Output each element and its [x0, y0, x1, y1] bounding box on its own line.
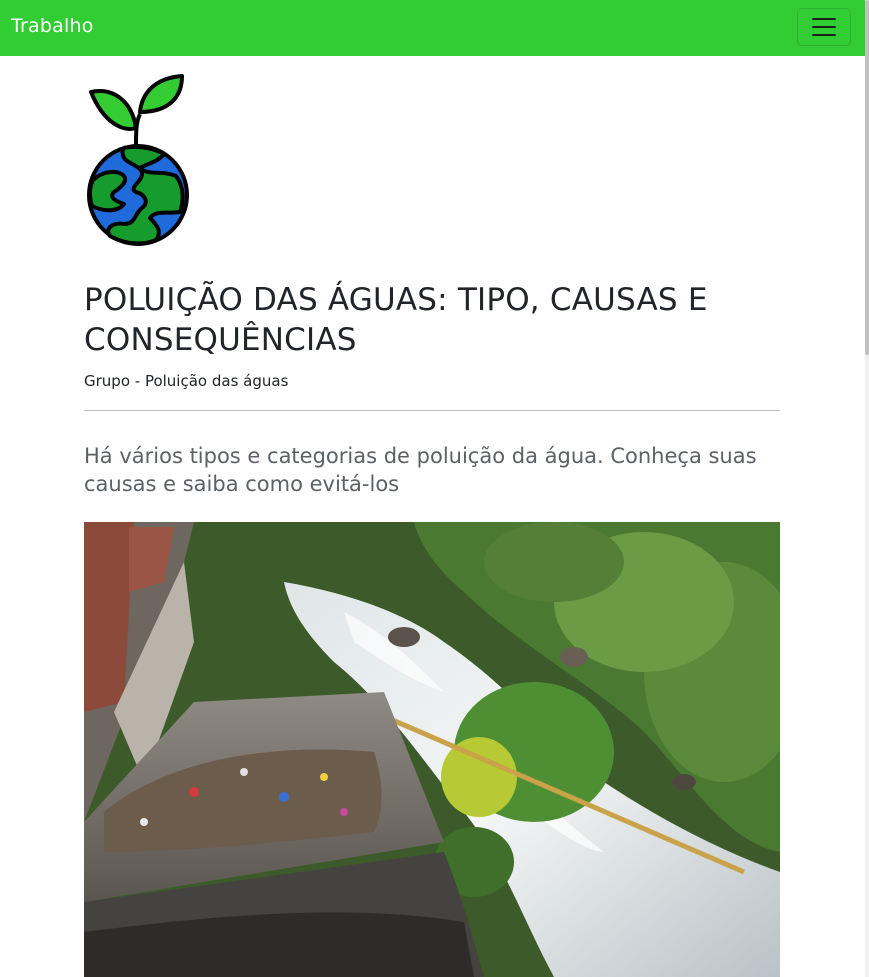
navbar-toggle-button[interactable] [797, 8, 851, 46]
article-title: POLUIÇÃO DAS ÁGUAS: TIPO, CAUSAS E CONSE… [84, 282, 708, 358]
article-author: Grupo - Poluição das águas [84, 372, 289, 390]
polluted-river-photo [84, 522, 780, 977]
hamburger-menu-icon [812, 18, 836, 20]
navbar-brand[interactable]: Trabalho [11, 15, 94, 37]
article-subtitle: Há vários tipos e categorias de poluição… [84, 444, 757, 496]
earth-with-sprout-icon [87, 74, 189, 246]
hamburger-menu-icon-bar [812, 34, 836, 36]
navbar: Trabalho [0, 0, 865, 56]
scrollbar-thumb[interactable] [865, 0, 869, 355]
hamburger-menu-icon-bar [812, 26, 836, 28]
divider [84, 410, 780, 411]
